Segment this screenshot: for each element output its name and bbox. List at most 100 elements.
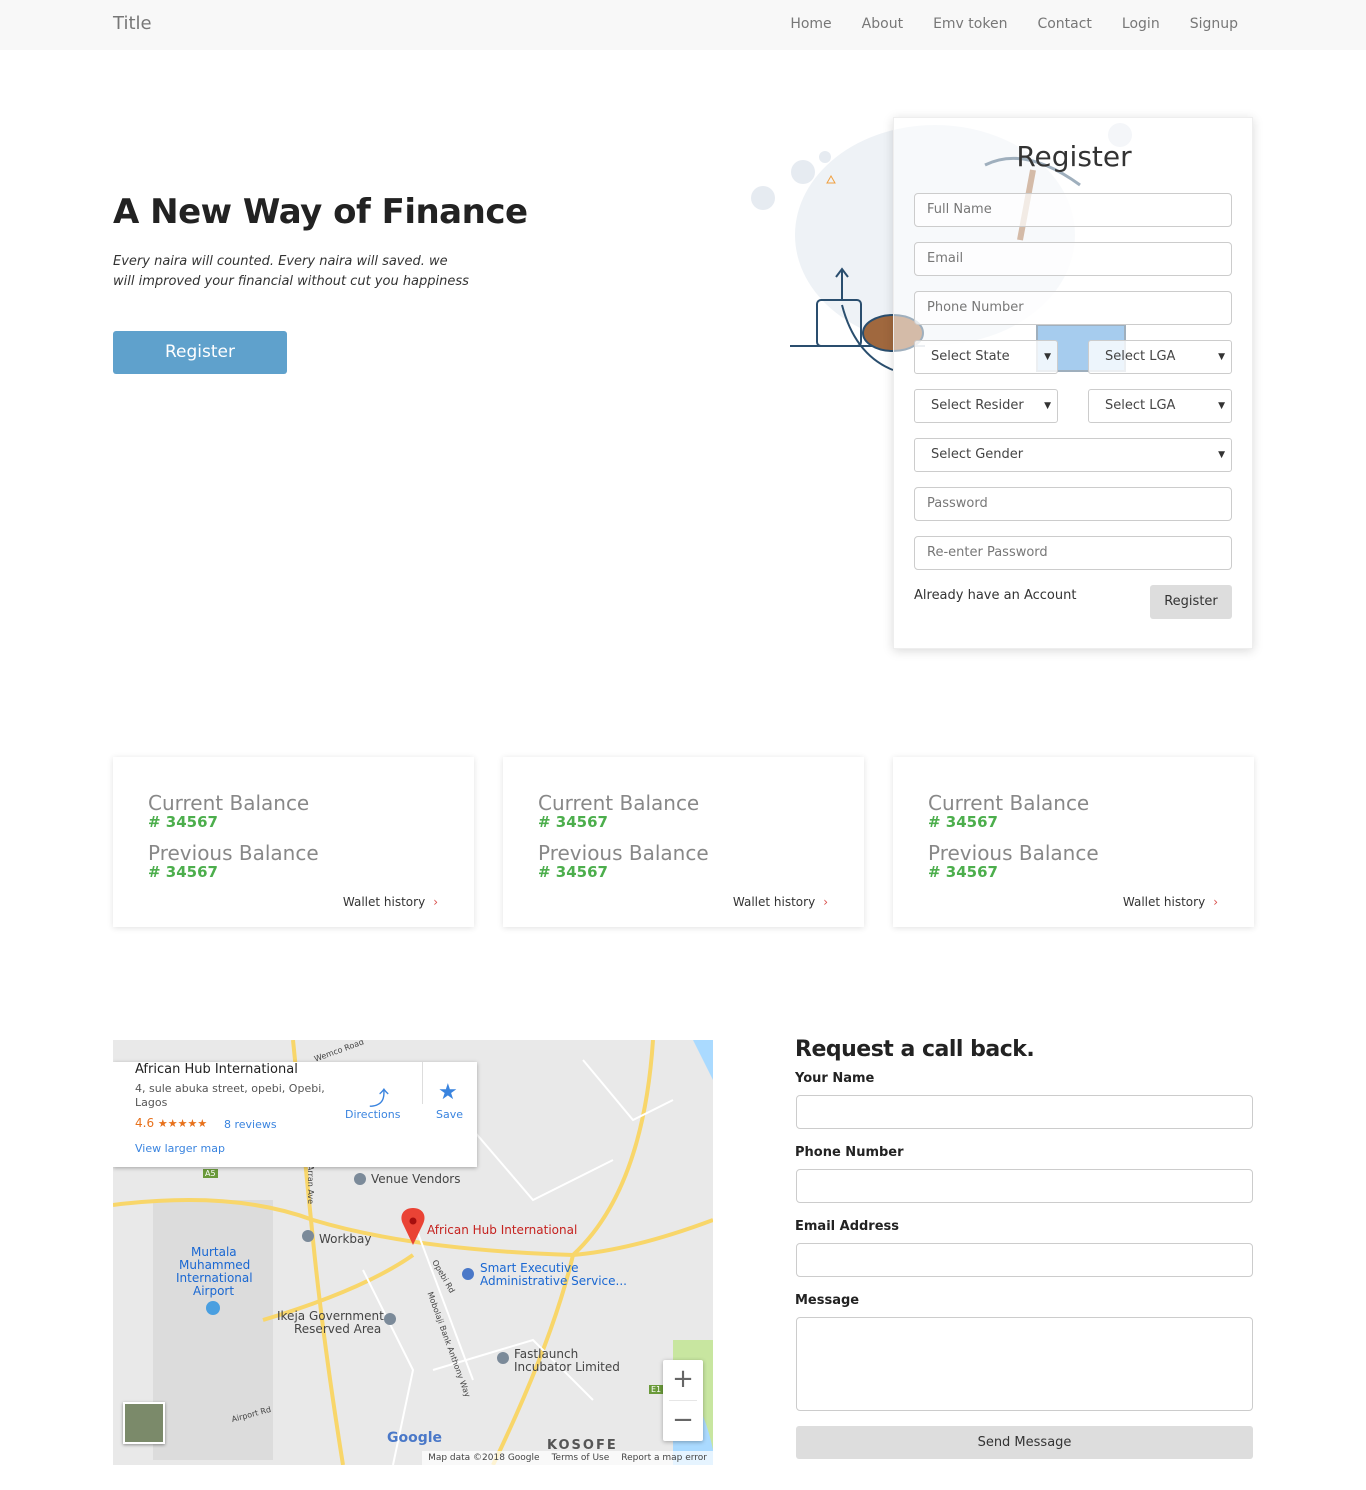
chevron-down-icon: ▼ [1218, 401, 1225, 411]
map-label-airport-4: Airport [193, 1284, 235, 1298]
nav-about[interactable]: About [862, 16, 903, 32]
register-card: Register Full Name Email Phone Number Se… [893, 117, 1253, 649]
phone-input[interactable]: Phone Number [914, 291, 1232, 325]
map-place-rating: 4.6 ★★★★★ [135, 1116, 207, 1130]
map-label-venue-vendors: Venue Vendors [371, 1172, 461, 1186]
send-message-button[interactable]: Send Message [796, 1426, 1253, 1459]
map-label-smart-exec-2: Administrative Service... [480, 1274, 627, 1288]
chevron-down-icon: ▼ [1044, 352, 1051, 362]
map-report-link[interactable]: Report a map error [621, 1451, 707, 1465]
nav-signup[interactable]: Signup [1190, 16, 1238, 32]
zoom-in-button[interactable]: + [663, 1360, 703, 1400]
balance-card: Current Balance # 34567 Previous Balance… [893, 757, 1254, 927]
map-label-workbay: Workbay [319, 1232, 372, 1246]
message-label: Message [795, 1293, 860, 1308]
gender-select[interactable]: Select Gender ▼ [914, 438, 1232, 472]
previous-balance-value: # 34567 [148, 863, 218, 881]
map-data-credit: Map data ©2018 Google [428, 1453, 540, 1463]
wallet-history-link[interactable]: Wallet history › [1123, 895, 1218, 909]
password-input[interactable]: Password [914, 487, 1232, 521]
map-label-ikeja-1: Ikeja Government [277, 1309, 384, 1323]
resident-select-label: Select Resider [931, 398, 1024, 413]
lga-select-2-label: Select LGA [1105, 398, 1176, 413]
map-place-address: 4, sule abuka street, opebi, Opebi, Lago… [135, 1082, 325, 1109]
zoom-out-button[interactable]: − [663, 1401, 703, 1441]
map-footer: Map data ©2018 Google Terms of Use Repor… [422, 1451, 713, 1465]
map-place-card: African Hub International 4, sule abuka … [113, 1062, 477, 1167]
current-balance-value: # 34567 [538, 813, 608, 831]
nav-links: Home About Emv token Contact Login Signu… [790, 16, 1238, 32]
wallet-history-link[interactable]: Wallet history › [343, 895, 438, 909]
rating-value: 4.6 [135, 1116, 155, 1130]
callback-title: Request a call back. [795, 1037, 1035, 1062]
your-name-input[interactable] [796, 1095, 1253, 1129]
google-map[interactable]: Venue Vendors Workbay African Hub Intern… [113, 1040, 713, 1465]
email-address-label: Email Address [795, 1219, 900, 1234]
hero-subtitle: Every naira will counted. Every naira wi… [113, 254, 469, 289]
nav-home[interactable]: Home [790, 16, 831, 32]
save-button[interactable]: Save [436, 1108, 463, 1121]
hero-title: A New Way of Finance [113, 192, 528, 232]
lga-select-1[interactable]: Select LGA ▼ [1088, 340, 1232, 374]
google-logo: Google [387, 1430, 443, 1446]
your-name-label: Your Name [795, 1071, 875, 1086]
balance-card: Current Balance # 34567 Previous Balance… [503, 757, 864, 927]
map-pin-label: African Hub International [427, 1223, 578, 1237]
reenter-password-input[interactable]: Re-enter Password [914, 536, 1232, 570]
phone-number-input[interactable] [796, 1169, 1253, 1203]
email-address-input[interactable] [796, 1243, 1253, 1277]
wallet-history-link[interactable]: Wallet history › [733, 895, 828, 909]
nav-emv-token[interactable]: Emv token [933, 16, 1007, 32]
current-balance-value: # 34567 [928, 813, 998, 831]
map-label-ikeja-2: Reserved Area [294, 1322, 382, 1336]
full-name-input[interactable]: Full Name [914, 193, 1232, 227]
gender-select-label: Select Gender [931, 447, 1024, 462]
state-select-label: Select State [931, 349, 1010, 364]
map-reviews-link[interactable]: 8 reviews [224, 1118, 277, 1131]
nav-login[interactable]: Login [1122, 16, 1160, 32]
chevron-right-icon: › [823, 895, 828, 909]
current-balance-label: Current Balance [148, 791, 310, 815]
star-icon[interactable]: ★ [438, 1080, 458, 1105]
map-road-arran: Arran Ave [306, 1164, 316, 1205]
navbar: Title Home About Emv token Contact Login… [0, 0, 1366, 50]
wallet-history-label: Wallet history [1122, 895, 1206, 909]
directions-button[interactable]: Directions [345, 1108, 400, 1121]
hero-register-button[interactable]: Register [113, 331, 287, 374]
directions-icon[interactable]: ⤴ [369, 1082, 389, 1111]
view-larger-map-link[interactable]: View larger map [135, 1142, 225, 1155]
previous-balance-label: Previous Balance [538, 841, 709, 865]
brand-title[interactable]: Title [113, 13, 152, 34]
state-select[interactable]: Select State ▼ [914, 340, 1058, 374]
previous-balance-label: Previous Balance [928, 841, 1099, 865]
map-card-divider [422, 1062, 423, 1104]
message-textarea[interactable] [796, 1317, 1253, 1411]
phone-number-label: Phone Number [795, 1145, 904, 1160]
chevron-right-icon: › [433, 895, 438, 909]
current-balance-label: Current Balance [928, 791, 1090, 815]
register-submit-button[interactable]: Register [1150, 585, 1232, 619]
lga-select-2[interactable]: Select LGA ▼ [1088, 389, 1232, 423]
chevron-down-icon: ▼ [1218, 450, 1225, 460]
lga-select-1-label: Select LGA [1105, 349, 1176, 364]
previous-balance-value: # 34567 [538, 863, 608, 881]
map-zoom-control: + − [663, 1360, 703, 1441]
nav-contact[interactable]: Contact [1037, 16, 1091, 32]
map-terms-link[interactable]: Terms of Use [552, 1451, 610, 1465]
previous-balance-label: Previous Balance [148, 841, 319, 865]
already-account-link[interactable]: Already have an Account [914, 588, 1076, 603]
chevron-right-icon: › [1213, 895, 1218, 909]
email-input[interactable]: Email [914, 242, 1232, 276]
map-highway-e1: E1 [649, 1385, 664, 1394]
chevron-down-icon: ▼ [1044, 401, 1051, 411]
map-place-name: African Hub International [135, 1062, 298, 1077]
previous-balance-value: # 34567 [928, 863, 998, 881]
resident-select[interactable]: Select Resider ▼ [914, 389, 1058, 423]
map-label-fastlaunch-1: Fastlaunch [514, 1347, 579, 1361]
satellite-toggle[interactable] [123, 1402, 165, 1444]
wallet-history-label: Wallet history [732, 895, 816, 909]
current-balance-value: # 34567 [148, 813, 218, 831]
balance-card: Current Balance # 34567 Previous Balance… [113, 757, 474, 927]
register-title: Register [1016, 140, 1132, 173]
star-icon: ★★★★★ [157, 1117, 208, 1130]
